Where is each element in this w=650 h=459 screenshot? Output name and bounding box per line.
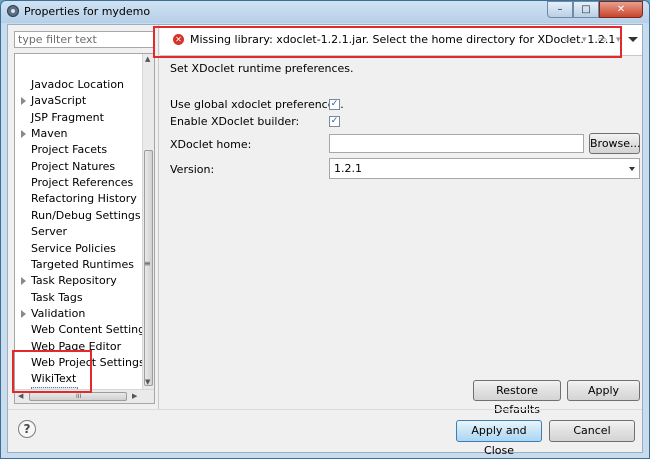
tree-item-label: Project Facets (31, 143, 108, 157)
footer-divider (8, 409, 642, 410)
scroll-down-arrow-icon[interactable]: ▼ (145, 378, 150, 386)
vertical-scroll-thumb[interactable] (144, 150, 153, 386)
tree-item-label: Javadoc Location (31, 78, 125, 91)
tree-item-label: Web Content Settings (31, 323, 151, 337)
tree-item-label: Task Tags (31, 290, 83, 304)
tree-item-label: Task Repository (31, 274, 117, 288)
error-icon: ✕ (173, 34, 184, 45)
version-label: Version: (170, 163, 215, 176)
expand-arrow-icon[interactable] (21, 277, 26, 286)
pane-divider[interactable] (158, 25, 159, 409)
use-global-checkbox[interactable]: ✓ (329, 99, 340, 110)
tree-item-label: Web Page Editor (31, 339, 122, 353)
apply-button[interactable]: Apply (567, 380, 640, 401)
help-icon[interactable]: ? (18, 420, 36, 438)
scroll-up-arrow-icon[interactable]: ▲ (145, 55, 150, 63)
tree-item-label: Web Project Settings (31, 355, 145, 369)
maximize-button[interactable]: □ (573, 1, 599, 18)
version-select[interactable]: 1.2.1 (329, 158, 640, 179)
eclipse-app-icon (7, 5, 19, 17)
scroll-right-arrow-icon[interactable]: ▶ (132, 392, 137, 400)
window-controls: – □ ✕ (547, 1, 643, 18)
version-value: 1.2.1 (334, 162, 362, 175)
tree-item-label: JavaScript (31, 94, 87, 108)
tree-item-label: JSP Fragment (31, 110, 104, 124)
close-button[interactable]: ✕ (599, 1, 643, 18)
enable-builder-checkbox[interactable]: ✓ (329, 116, 340, 127)
minimize-button[interactable]: – (547, 1, 573, 18)
back-arrow-icon[interactable]: ⇦ (564, 33, 573, 46)
back-history-dropdown-icon[interactable]: ▾ (582, 35, 587, 45)
cancel-button[interactable]: Cancel (549, 420, 635, 442)
tree-item-label: Targeted Runtimes (31, 257, 134, 271)
tree-item-label: Maven (31, 127, 68, 141)
chevron-down-icon[interactable] (629, 167, 635, 171)
title-bar[interactable]: Properties for mydemo – □ ✕ (1, 1, 649, 23)
enable-builder-label: Enable XDoclet builder: (170, 115, 300, 128)
error-message: Missing library: xdoclet-1.2.1.jar. Sele… (190, 33, 616, 46)
properties-window: Properties for mydemo – □ ✕ Javadoc Loca… (0, 0, 650, 459)
dialog-body: Javadoc Location JavaScript JSP Fragment Ma… (7, 24, 643, 457)
forward-history-dropdown-icon[interactable]: ▾ (616, 35, 621, 45)
tree-item-label: Service Policies (31, 241, 116, 255)
tree-item-label: Refactoring History (31, 192, 137, 206)
apply-and-close-button[interactable]: Apply and Close (456, 420, 542, 457)
message-bar: ✕ Missing library: xdoclet-1.2.1.jar. Se… (160, 25, 642, 56)
tree-item-label: Run/Debug Settings (31, 208, 141, 222)
xdoclet-home-label: XDoclet home: (170, 138, 252, 151)
expand-arrow-icon[interactable] (21, 97, 26, 106)
tree-item-label: WikiText (31, 372, 77, 386)
tree-item-label: Project References (31, 176, 134, 190)
browse-button[interactable]: Browse... (589, 133, 641, 154)
view-menu-icon[interactable] (628, 37, 638, 42)
hscroll-grip-icon: III (76, 393, 82, 400)
tree-item-label: Server (31, 225, 68, 239)
filter-input[interactable] (14, 31, 154, 48)
tree-item-label: Project Natures (31, 159, 116, 173)
use-global-label: Use global xdoclet preferences. (170, 98, 344, 111)
restore-defaults-button[interactable]: Restore Defaults (473, 380, 561, 416)
tree-item-label: Validation (31, 306, 86, 320)
property-page-tree: Javadoc Location JavaScript JSP Fragment Ma… (14, 53, 155, 404)
scroll-grip-icon: ≡ (144, 259, 151, 268)
scroll-left-arrow-icon[interactable]: ◀ (18, 392, 23, 400)
xdoclet-home-field[interactable] (329, 134, 584, 153)
expand-arrow-icon[interactable] (21, 309, 26, 318)
forward-arrow-icon[interactable]: ⇨ (598, 33, 607, 46)
expand-arrow-icon[interactable] (21, 130, 26, 139)
page-description: Set XDoclet runtime preferences. (170, 62, 354, 75)
tree-vertical-scrollbar[interactable]: ▲ ≡ ▼ (142, 54, 154, 389)
window-title: Properties for mydemo (24, 5, 151, 18)
tree-horizontal-scrollbar[interactable]: ◀ III ▶ (15, 389, 154, 403)
